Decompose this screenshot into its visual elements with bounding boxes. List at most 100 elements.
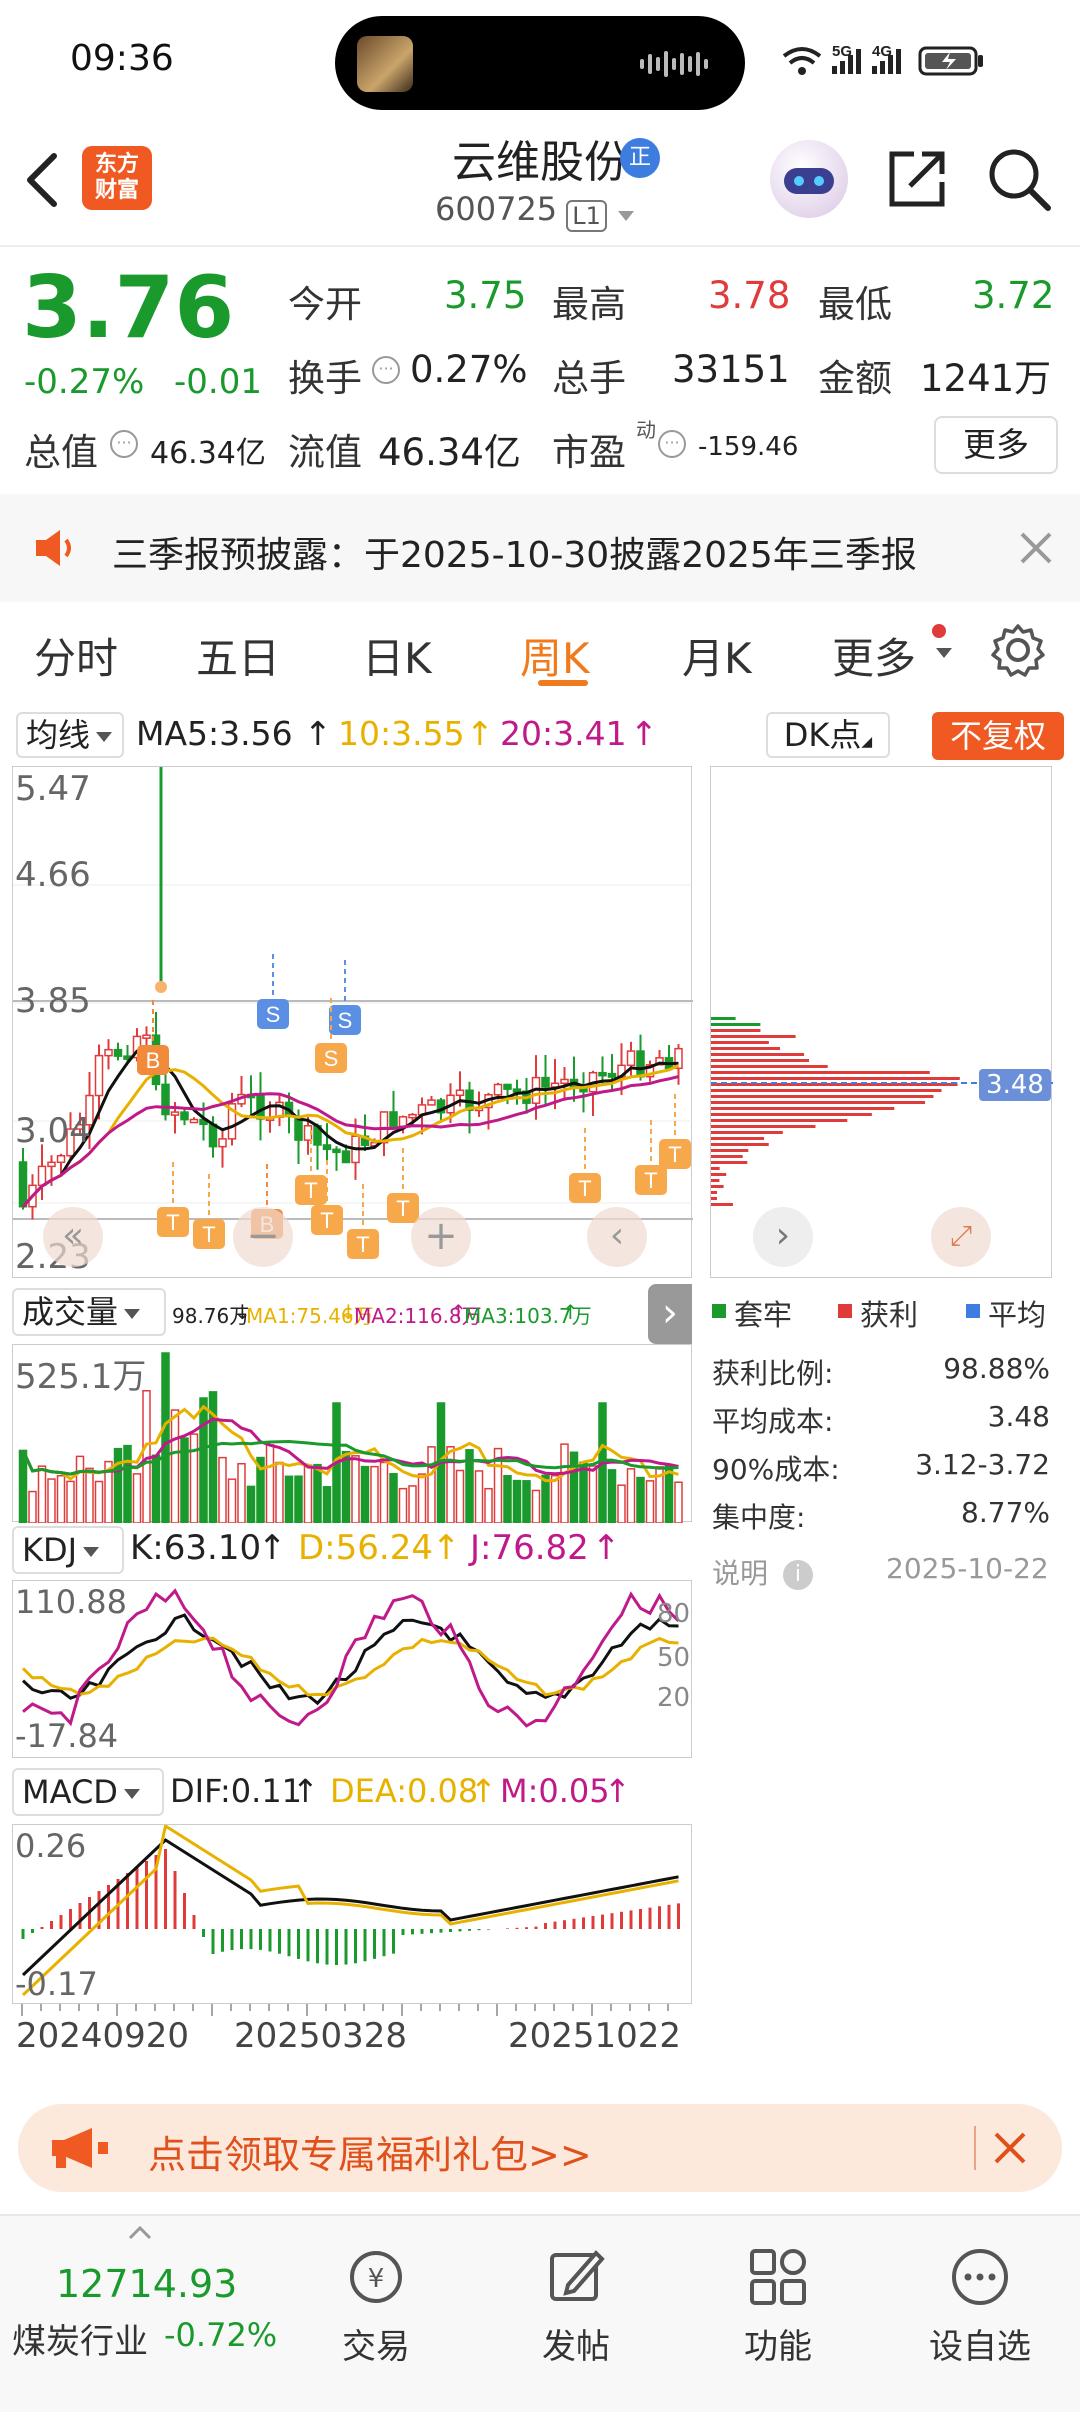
volume-bar	[94, 1480, 104, 1524]
volume-bar	[189, 1433, 199, 1524]
volume-bar	[484, 1487, 493, 1524]
more-button[interactable]: 更多	[934, 416, 1058, 474]
volume-bar	[66, 1480, 75, 1524]
chevron-down-icon	[617, 210, 634, 221]
volume-bar	[303, 1464, 313, 1524]
kdj-selector[interactable]: KDJ	[12, 1526, 124, 1574]
chip-bar	[711, 1047, 780, 1050]
kline-candle	[256, 1094, 265, 1120]
kdj-ref-80: 80	[657, 1599, 691, 1629]
chip-note[interactable]: 说明 i	[712, 1552, 813, 1592]
tab-five-day[interactable]: 五日	[196, 625, 280, 686]
rewind-icon[interactable]: «	[43, 1207, 103, 1267]
chevron-right-icon[interactable]: ›	[753, 1207, 813, 1267]
macd-chart[interactable]: 0.26 -0.17	[12, 1823, 692, 2004]
volume-bar	[503, 1475, 512, 1524]
close-icon[interactable]	[1016, 528, 1056, 568]
chip-bar	[711, 1203, 733, 1206]
macd-dea: DEA:0.08	[330, 1772, 479, 1810]
edit-icon	[550, 2250, 605, 2301]
zoom-out-icon[interactable]: −	[233, 1207, 293, 1267]
trade-marker-label: T	[396, 1196, 409, 1221]
more-info-icon[interactable]: ···	[658, 430, 686, 458]
volume-bar	[161, 1352, 170, 1524]
trade-marker-label: T	[644, 1168, 657, 1193]
pe-label: 市盈	[552, 431, 626, 474]
back-icon[interactable]	[22, 150, 62, 210]
up-arrow-icon: ↑	[258, 1528, 287, 1568]
expand-panel-icon[interactable]: ›	[648, 1284, 692, 1344]
volume-bar	[113, 1447, 123, 1524]
chip-bar	[711, 1089, 942, 1092]
volume-bar	[75, 1455, 85, 1524]
up-arrow-icon: ↑	[604, 1772, 631, 1810]
volume-bar	[132, 1473, 142, 1524]
kdj-chart[interactable]: 110.88 -17.84 80 50 20	[12, 1580, 692, 1758]
post-button[interactable]: 发帖	[496, 2245, 656, 2368]
tab-more[interactable]: 更多	[832, 625, 916, 686]
kline-candle	[161, 1083, 170, 1116]
divider	[974, 2126, 976, 2170]
kline-candle	[560, 1078, 569, 1085]
features-button[interactable]: 功能	[698, 2245, 858, 2368]
dk-point-button[interactable]: DK点◢	[766, 712, 890, 758]
legend-swatch-avg	[966, 1304, 980, 1318]
kdj-y-top: 110.88	[15, 1583, 127, 1621]
tab-monthly[interactable]: 月K	[682, 625, 752, 686]
kline-candle	[322, 1144, 332, 1151]
add-watchlist-button[interactable]: 设自选	[900, 2245, 1060, 2368]
chip-distribution-chart[interactable]: 3.48 › ⤢	[710, 766, 1053, 1278]
total-cap-value: 46.34亿	[150, 436, 266, 471]
chip-bar	[711, 1191, 717, 1194]
assistant-robot-icon[interactable]	[770, 140, 848, 218]
volume-selector[interactable]: 成交量	[12, 1288, 166, 1336]
chip-bar	[711, 1119, 848, 1122]
change-percent: -0.27%	[24, 362, 145, 402]
search-icon[interactable]	[986, 146, 1052, 212]
open-value: 3.75	[444, 274, 527, 317]
kdj-k: K:63.10	[130, 1528, 262, 1568]
up-arrow-icon: ↑	[562, 1300, 579, 1324]
chevron-down-icon	[124, 1309, 141, 1319]
macd-dif-line	[21, 1838, 679, 1977]
kdj-j: J:76.82	[470, 1528, 589, 1568]
volume-bar	[170, 1409, 180, 1524]
volume-bar	[56, 1474, 66, 1524]
adjust-button[interactable]: 不复权	[932, 712, 1064, 760]
scroll-left-icon[interactable]: ‹	[587, 1207, 647, 1267]
post-label: 发帖	[542, 2327, 610, 2367]
legend-avg: 平均	[988, 1298, 1047, 1332]
chip-bar	[711, 1107, 895, 1110]
more-info-icon[interactable]: ···	[110, 430, 138, 458]
trade-button[interactable]: ¥ 交易	[296, 2245, 456, 2368]
legend-swatch-profit	[838, 1304, 852, 1318]
share-icon[interactable]	[884, 146, 950, 212]
tab-daily[interactable]: 日K	[362, 625, 432, 686]
settings-icon[interactable]	[990, 622, 1046, 678]
dynamic-island[interactable]	[335, 16, 745, 110]
zoom-in-icon[interactable]: +	[411, 1207, 471, 1267]
trade-marker-label: T	[202, 1222, 215, 1247]
macd-y-bottom: -0.17	[15, 1965, 98, 2003]
notice-bar[interactable]: 三季报预披露：于2025-10-30披露2025年三季报	[0, 494, 1080, 602]
more-info-icon[interactable]: ···	[372, 356, 400, 384]
chevron-down-icon	[83, 1547, 100, 1557]
high-value: 3.78	[708, 274, 791, 317]
app-logo[interactable]: 东方 财富	[82, 146, 152, 210]
promo-banner[interactable]: 点击领取专属福利礼包>>	[18, 2104, 1062, 2192]
volume-chart[interactable]: 525.1万	[12, 1344, 692, 1524]
chevron-up-icon[interactable]	[128, 2226, 152, 2240]
kline-chart[interactable]: BBSSTTTTTTTTTS 5.47 4.66 3.85 3.04 2.23 …	[12, 766, 693, 1278]
kline-svg: BBSSTTTTTTTTTS	[13, 767, 693, 1259]
volume-bar	[588, 1465, 598, 1524]
badge-icon: 正	[620, 138, 660, 178]
tab-weekly[interactable]: 周K	[520, 625, 590, 686]
kline-candle	[37, 1165, 47, 1187]
up-arrow-icon: ↑	[592, 1528, 621, 1568]
tab-intraday[interactable]: 分时	[34, 625, 118, 686]
macd-selector[interactable]: MACD	[12, 1768, 164, 1816]
volume-bar	[28, 1490, 37, 1524]
expand-icon[interactable]: ⤢	[931, 1207, 991, 1267]
indicator-selector[interactable]: 均线	[16, 712, 124, 758]
close-icon[interactable]	[990, 2128, 1030, 2168]
